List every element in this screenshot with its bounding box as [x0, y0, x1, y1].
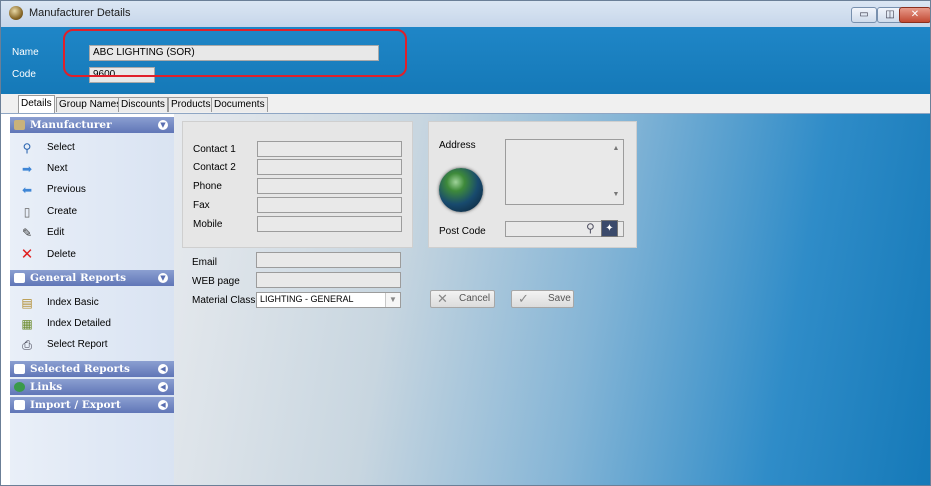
arrow-left-icon: ⬅ — [21, 183, 33, 197]
group-header-links[interactable]: Links ◀ — [10, 379, 174, 395]
expand-chevron-icon[interactable]: ◀ — [158, 382, 168, 392]
cancel-label: Cancel — [459, 293, 491, 304]
printer-icon — [14, 364, 25, 374]
tab-group-names[interactable]: Group Names — [56, 97, 125, 112]
magnifier-icon: ⚲ — [22, 141, 32, 155]
fax-label: Fax — [193, 200, 210, 211]
mobile-label: Mobile — [193, 219, 223, 230]
sidebar-item-label: Index Basic — [47, 297, 99, 308]
email-field[interactable] — [256, 252, 401, 268]
main-content: Contact 1 Contact 2 Phone Fax Mobile Add… — [174, 114, 930, 485]
email-label: Email — [192, 257, 218, 268]
address-field[interactable]: ▲ ▼ — [505, 139, 624, 205]
save-button[interactable]: ✓ Save — [511, 290, 574, 308]
sidebar-item-index-basic[interactable]: ▤ Index Basic — [10, 294, 174, 313]
sidebar-item-label: Next — [47, 163, 68, 174]
red-x-icon: ✕ — [20, 246, 34, 263]
report-detail-icon: ▦ — [21, 317, 33, 331]
contact1-field[interactable] — [257, 141, 402, 157]
sidebar-item-create[interactable]: ▯ Create — [10, 203, 174, 222]
sidebar-item-label: Create — [47, 206, 78, 217]
sidebar-item-select-report[interactable]: ⎙ Select Report — [10, 336, 174, 355]
cancel-button[interactable]: ✕ Cancel — [430, 290, 495, 308]
group-title: Selected Reports — [30, 363, 130, 375]
sidebar-item-previous[interactable]: ⬅ Previous — [10, 181, 174, 200]
manufacturer-icon — [14, 120, 25, 130]
arrow-right-icon: ➡ — [21, 162, 33, 176]
scroll-down-icon[interactable]: ▼ — [611, 190, 621, 200]
postcode-search-icon[interactable]: ⚲ — [586, 221, 595, 235]
cancel-x-icon: ✕ — [437, 291, 448, 306]
material-class-select[interactable]: LIGHTING - GENERAL ▼ — [256, 292, 401, 308]
map-lookup-icon[interactable]: ✦ — [601, 220, 618, 237]
sidebar-item-select[interactable]: ⚲ Select — [10, 139, 174, 158]
group-title: Links — [30, 381, 63, 393]
expand-chevron-icon[interactable]: ◀ — [158, 364, 168, 374]
contact1-label: Contact 1 — [193, 144, 236, 155]
checkmark-icon: ✓ — [518, 291, 529, 306]
sidebar-item-delete[interactable]: ✕ Delete — [10, 246, 174, 265]
collapse-chevron-icon[interactable]: ▼ — [158, 273, 168, 283]
globe-icon — [14, 382, 25, 392]
group-title: General Reports — [30, 272, 126, 284]
highlight-annotation — [63, 29, 407, 77]
printer-icon — [14, 273, 25, 283]
globe-icon — [439, 168, 483, 212]
web-page-field[interactable] — [256, 272, 401, 288]
sidebar-item-label: Delete — [47, 249, 76, 260]
tab-details[interactable]: Details — [18, 95, 55, 113]
fax-field[interactable] — [257, 197, 402, 213]
material-class-label: Material Class — [192, 295, 256, 306]
minimize-button[interactable]: ▭ — [851, 7, 877, 23]
material-class-value: LIGHTING - GENERAL — [260, 294, 354, 304]
web-page-label: WEB page — [192, 276, 240, 287]
tab-documents[interactable]: Documents — [211, 97, 268, 112]
address-panel: Address ▲ ▼ Post Code ⚲ ✦ — [428, 121, 637, 248]
sidebar-item-label: Index Detailed — [47, 318, 111, 329]
code-label: Code — [12, 69, 36, 80]
close-button[interactable]: ✕ — [899, 7, 930, 23]
group-header-selected-reports[interactable]: Selected Reports ◀ — [10, 361, 174, 377]
sidebar-item-label: Select Report — [47, 339, 108, 350]
phone-label: Phone — [193, 181, 222, 192]
collapse-chevron-icon[interactable]: ▼ — [158, 120, 168, 130]
blank-page-icon: ▯ — [23, 205, 31, 219]
postcode-label: Post Code — [439, 226, 486, 237]
sidebar-item-index-detailed[interactable]: ▦ Index Detailed — [10, 315, 174, 334]
contact2-field[interactable] — [257, 159, 402, 175]
group-title: Manufacturer — [30, 119, 112, 131]
scroll-up-icon[interactable]: ▲ — [611, 144, 621, 154]
floppy-icon — [14, 400, 25, 410]
report-icon: ▤ — [21, 296, 33, 310]
window-title: Manufacturer Details — [29, 7, 131, 19]
dropdown-arrow-icon[interactable]: ▼ — [385, 293, 400, 307]
printer-icon: ⎙ — [22, 338, 32, 352]
tab-products[interactable]: Products — [168, 97, 214, 112]
name-label: Name — [12, 47, 39, 58]
tab-bar: Details Group Names Discounts Products D… — [1, 94, 930, 114]
pencil-icon: ✎ — [21, 226, 33, 240]
contact-panel: Contact 1 Contact 2 Phone Fax Mobile — [182, 121, 413, 248]
group-header-general-reports[interactable]: General Reports ▼ — [10, 270, 174, 286]
expand-chevron-icon[interactable]: ◀ — [158, 400, 168, 410]
sidebar-item-edit[interactable]: ✎ Edit — [10, 224, 174, 243]
sidebar: Manufacturer ▼ ⚲ Select ➡ Next ⬅ Previou… — [10, 117, 175, 485]
tab-discounts[interactable]: Discounts — [118, 97, 168, 112]
sidebar-item-label: Select — [47, 142, 75, 153]
manufacturer-details-window: Manufacturer Details ▭ ◫ ✕ Name ABC LIGH… — [0, 0, 931, 486]
address-label: Address — [439, 140, 476, 151]
sidebar-item-next[interactable]: ➡ Next — [10, 160, 174, 179]
phone-field[interactable] — [257, 178, 402, 194]
title-bar: Manufacturer Details ▭ ◫ ✕ — [1, 1, 930, 28]
group-header-manufacturer[interactable]: Manufacturer ▼ — [10, 117, 174, 133]
sidebar-item-label: Edit — [47, 227, 65, 238]
app-icon — [9, 6, 23, 20]
group-title: Import / Export — [30, 399, 121, 411]
mobile-field[interactable] — [257, 216, 402, 232]
group-header-import-export[interactable]: Import / Export ◀ — [10, 397, 174, 413]
contact2-label: Contact 2 — [193, 162, 236, 173]
save-label: Save — [548, 293, 571, 304]
sidebar-item-label: Previous — [47, 184, 86, 195]
